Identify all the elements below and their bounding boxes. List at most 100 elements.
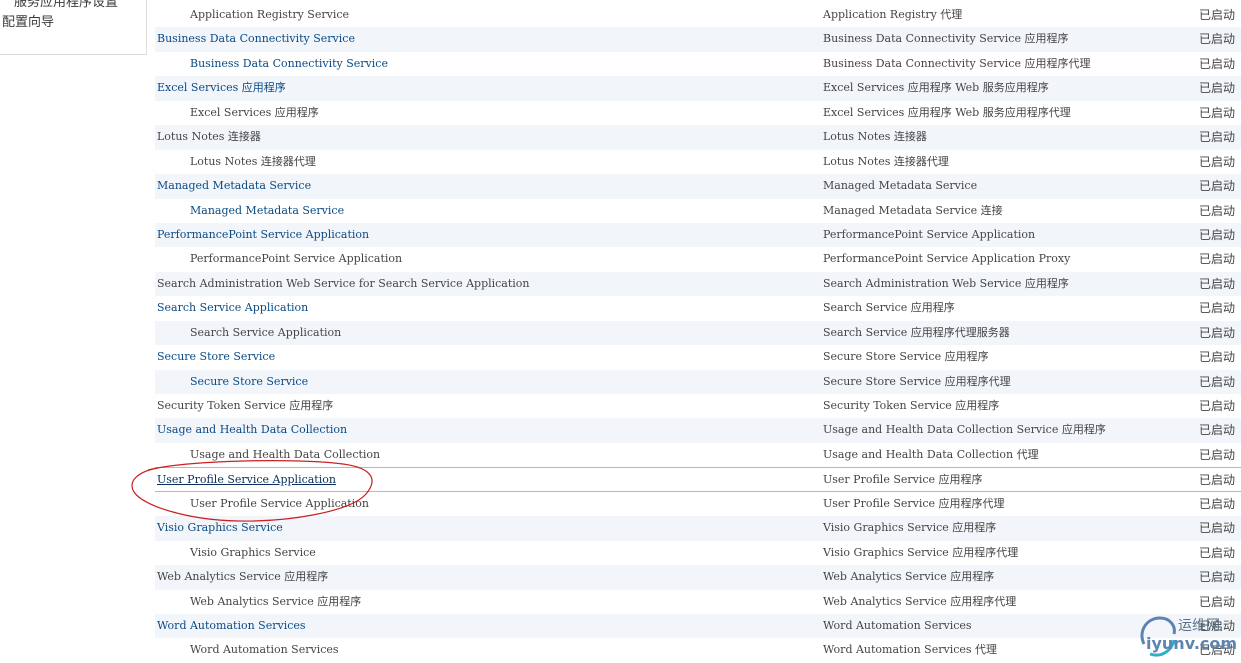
service-row[interactable]: Search Service Application Search Service… (155, 296, 1241, 320)
service-type: Web Analytics Service 应用程序代理 (823, 594, 1017, 608)
service-status: 已启动 (1199, 374, 1236, 389)
service-row[interactable]: Managed Metadata Service Managed Metadata… (155, 174, 1241, 199)
service-name-link[interactable]: Managed Metadata Service (157, 174, 311, 198)
service-name-link[interactable]: Business Data Connectivity Service (190, 52, 388, 76)
service-row[interactable]: Managed Metadata Service Managed Metadata… (155, 199, 1241, 223)
service-row[interactable]: Web Analytics Service 应用程序 Web Analytics … (155, 565, 1241, 590)
service-row[interactable]: Usage and Health Data Collection Usage an… (155, 418, 1241, 443)
service-status: 已启动 (1199, 130, 1236, 145)
service-row[interactable]: PerformancePoint Service Application Perf… (155, 222, 1241, 248)
service-type: User Profile Service 应用程序代理 (823, 496, 1005, 510)
service-status: 已启动 (1199, 594, 1236, 609)
service-row[interactable]: Search Administration Web Service for Se… (155, 271, 1241, 297)
service-row[interactable]: Excel Services 应用程序 Excel Services 应用程序 W… (155, 76, 1241, 101)
service-name: Security Token Service 应用程序 (157, 399, 334, 412)
service-name-link[interactable]: Search Service Application (157, 296, 308, 320)
service-row[interactable]: Search Service Application Search Service… (155, 320, 1241, 346)
service-type: Search Service 应用程序 (823, 301, 955, 315)
service-status: 已启动 (1199, 154, 1236, 169)
service-status: 已启动 (1199, 570, 1236, 585)
service-status: 已启动 (1199, 203, 1236, 218)
service-type: Excel Services 应用程序 Web 服务应用程序 (823, 81, 1049, 95)
service-status: 已启动 (1199, 179, 1236, 194)
service-status: 已启动 (1199, 473, 1236, 488)
service-type: Application Registry 代理 (823, 8, 963, 21)
service-status: 已启动 (1199, 105, 1236, 120)
service-name: Lotus Notes 连接器 (157, 130, 261, 144)
service-status: 已启动 (1199, 301, 1236, 316)
service-name-link[interactable]: Visio Graphics Service (157, 516, 283, 540)
service-row[interactable]: Security Token Service 应用程序 Security Toke… (155, 394, 1241, 418)
service-name: User Profile Service Application (190, 496, 369, 510)
service-status: 已启动 (1199, 423, 1236, 438)
service-row[interactable]: Application Registry Service Application … (155, 3, 1241, 27)
service-type: Search Administration Web Service 应用程序 (823, 276, 1069, 290)
service-name: Web Analytics Service 应用程序 (157, 570, 329, 584)
service-type: Lotus Notes 连接器 (823, 130, 927, 144)
service-row[interactable]: Excel Services 应用程序 Excel Services 应用程序 W… (155, 101, 1241, 125)
service-row[interactable]: Business Data Connectivity Service Busine… (155, 52, 1241, 76)
service-row[interactable]: User Profile Service Application User Pro… (155, 467, 1241, 492)
service-type: PerformancePoint Service Application Pro… (823, 252, 1071, 266)
service-name-link[interactable]: Usage and Health Data Collection (157, 418, 347, 442)
service-type: Search Service 应用程序代理服务器 (823, 325, 1010, 339)
service-status: 已启动 (1199, 325, 1236, 340)
service-status: 已启动 (1199, 8, 1236, 22)
service-type: Visio Graphics Service 应用程序 (823, 521, 997, 535)
service-status: 已启动 (1199, 447, 1236, 462)
service-row[interactable]: Lotus Notes 连接器代理 Lotus Notes 连接器代理 已启动 (155, 150, 1241, 174)
service-row[interactable]: Secure Store Service Secure Store Service… (155, 345, 1241, 369)
service-type: Managed Metadata Service (823, 179, 978, 193)
service-status: 已启动 (1199, 56, 1236, 71)
service-name-link[interactable]: PerformancePoint Service Application (157, 223, 369, 247)
service-type: Usage and Health Data Collection 代理 (823, 447, 1039, 461)
service-name: Web Analytics Service 应用程序 (190, 594, 362, 608)
service-row[interactable]: User Profile Service Application User Pro… (155, 492, 1241, 516)
service-row[interactable]: Usage and Health Data Collection Usage an… (155, 443, 1241, 467)
service-name-link[interactable]: Secure Store Service (157, 345, 275, 369)
site-watermark: 运维网 iyunv.com (1136, 612, 1241, 660)
service-name-link[interactable]: Word Automation Services (157, 614, 306, 638)
service-row[interactable]: Word Automation Services Word Automation … (155, 613, 1241, 639)
service-status: 已启动 (1199, 227, 1236, 242)
nav-item-service-app-settings[interactable]: 服务应用程序设置 (14, 0, 118, 10)
service-type: Business Data Connectivity Service 应用程序 (823, 32, 1069, 46)
service-name-link[interactable]: Excel Services 应用程序 (157, 76, 286, 100)
service-row[interactable]: Business Data Connectivity Service Busine… (155, 27, 1241, 52)
nav-item-config-wizard[interactable]: 配置向导 (2, 11, 54, 30)
service-type: Word Automation Services 代理 (823, 643, 998, 657)
service-type: Usage and Health Data Collection Service… (823, 423, 1106, 437)
service-type: Managed Metadata Service 连接 (823, 203, 1003, 217)
service-row[interactable]: PerformancePoint Service Application Perf… (155, 247, 1241, 271)
service-name: Word Automation Services (190, 643, 339, 657)
service-name-link[interactable]: Business Data Connectivity Service (157, 27, 355, 51)
service-status: 已启动 (1199, 521, 1236, 536)
left-navigation: 服务应用程序设置 配置向导 (0, 0, 147, 55)
service-type: Business Data Connectivity Service 应用程序代… (823, 56, 1091, 70)
service-row[interactable]: Secure Store Service Secure Store Service… (155, 369, 1241, 394)
service-row[interactable]: Web Analytics Service 应用程序 Web Analytics … (155, 590, 1241, 614)
service-row[interactable]: Word Automation Services Word Automation … (155, 638, 1241, 662)
service-name: Search Service Application (190, 325, 342, 339)
service-type: Word Automation Services (823, 618, 972, 632)
service-name: PerformancePoint Service Application (190, 252, 403, 266)
service-name: Lotus Notes 连接器代理 (190, 154, 316, 168)
service-name-link[interactable]: Secure Store Service (190, 370, 308, 394)
service-type: PerformancePoint Service Application (823, 227, 1036, 241)
service-name: Search Administration Web Service for Se… (157, 276, 530, 290)
service-row[interactable]: Visio Graphics Service Visio Graphics Ser… (155, 541, 1241, 565)
service-type: Visio Graphics Service 应用程序代理 (823, 545, 1019, 559)
service-name: Application Registry Service (190, 8, 350, 21)
service-name: Excel Services 应用程序 (190, 105, 319, 119)
service-row[interactable]: Lotus Notes 连接器 Lotus Notes 连接器 已启动 (155, 125, 1241, 150)
service-name-link[interactable]: User Profile Service Application (157, 468, 336, 492)
service-status: 已启动 (1199, 496, 1236, 511)
service-type: Secure Store Service 应用程序 (823, 350, 989, 364)
service-type: Lotus Notes 连接器代理 (823, 154, 949, 168)
service-status: 已启动 (1199, 276, 1236, 291)
service-name-link[interactable]: Managed Metadata Service (190, 199, 344, 223)
service-name: Visio Graphics Service (190, 545, 316, 559)
service-type: Web Analytics Service 应用程序 (823, 570, 995, 584)
service-row[interactable]: Visio Graphics Service Visio Graphics Ser… (155, 516, 1241, 541)
watermark-domain: iyunv.com (1146, 634, 1238, 653)
